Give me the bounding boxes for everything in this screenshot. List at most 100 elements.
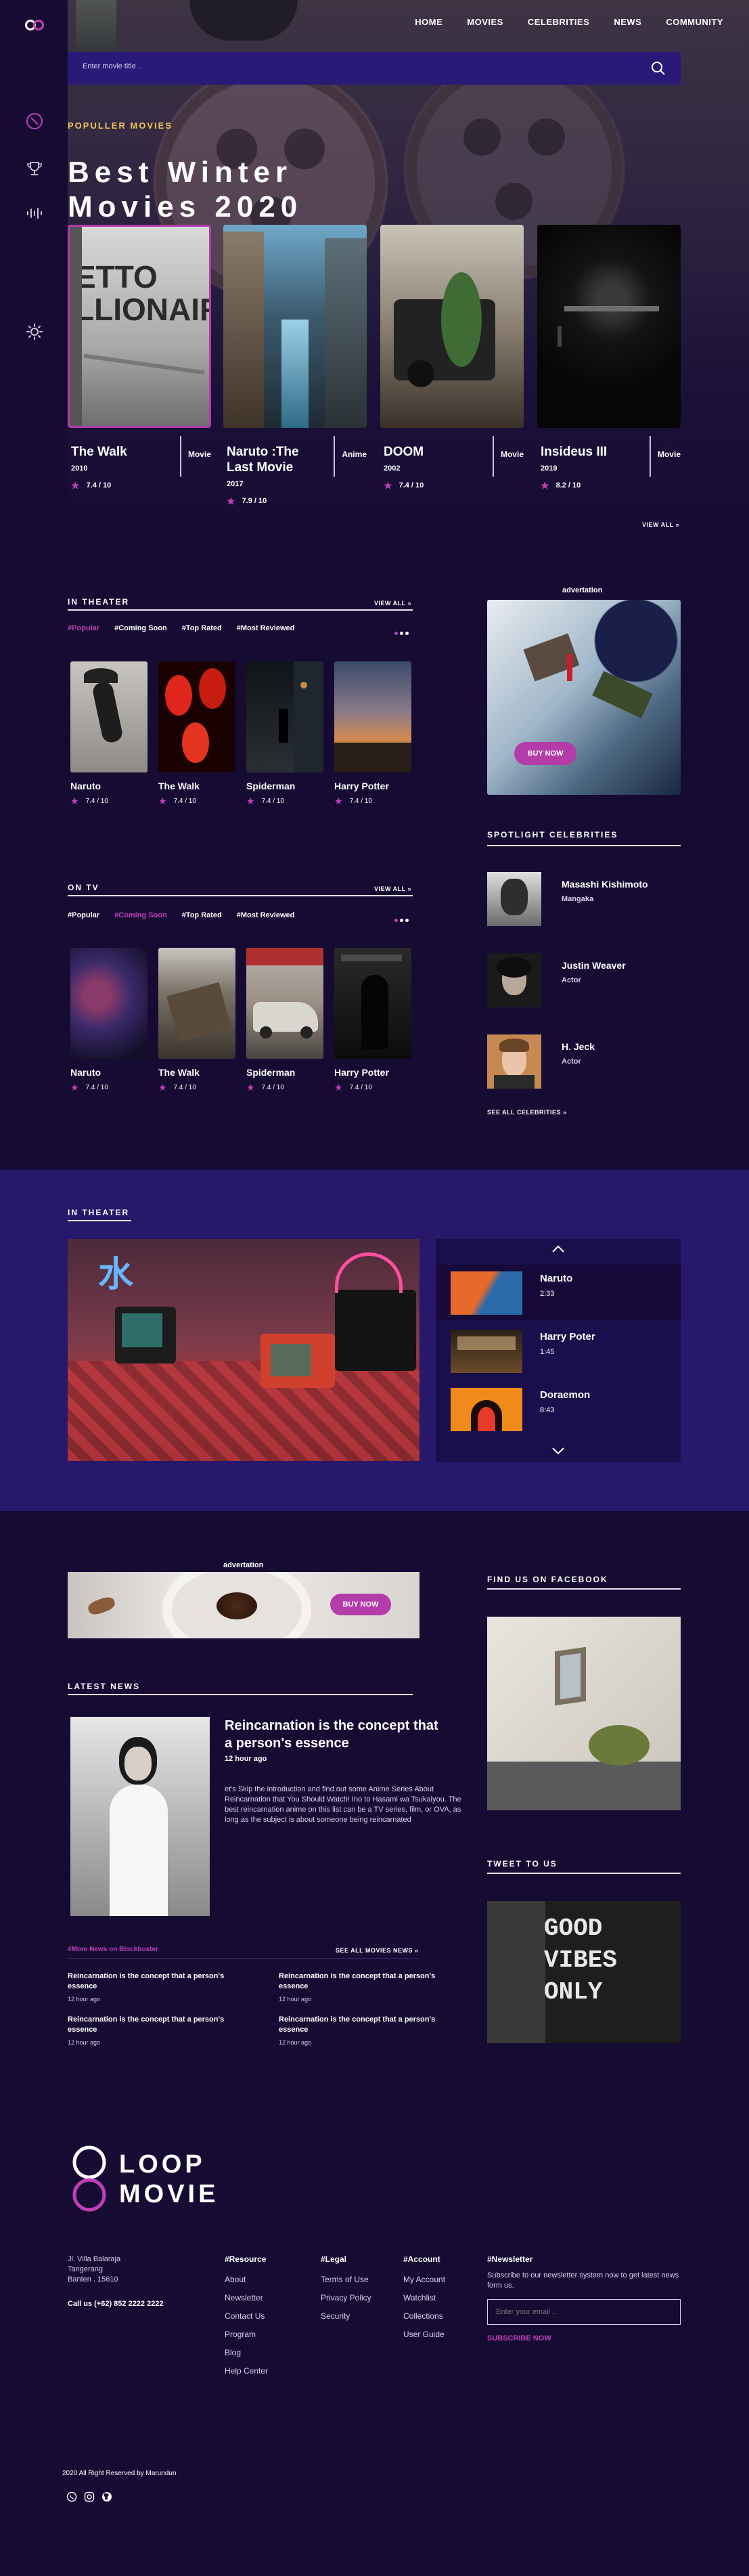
celebrity-name[interactable]: H. Jeck — [562, 1041, 595, 1052]
hero-view-all-link[interactable]: VIEW ALL » — [642, 521, 679, 528]
celebrity-item[interactable]: H. Jeck Actor — [487, 1034, 595, 1089]
movie-title[interactable]: Spiderman — [246, 781, 323, 791]
movie-title[interactable]: Naruto — [70, 1067, 147, 1078]
chevron-up-icon[interactable] — [551, 1244, 565, 1254]
news-item-title[interactable]: Reincarnation is the concept that a pers… — [279, 2015, 455, 2035]
footer-link[interactable]: Security — [321, 2311, 371, 2321]
celebrity-item[interactable]: Masashi Kishimoto Mangaka — [487, 872, 648, 926]
news-headline[interactable]: Reincarnation is the concept that a pers… — [225, 1717, 448, 1752]
hero-movie-card[interactable]: ETTO LLIONAIR The Walk 2010 ★ 7.4 / 10 Mov… — [68, 225, 211, 491]
footer-brand[interactable]: LOOP MOVIE — [68, 2145, 271, 2212]
movie-title[interactable]: Spiderman — [246, 1067, 323, 1078]
footer-link[interactable]: User Guide — [403, 2330, 445, 2339]
movie-card[interactable]: The Walk ★ 7.4 / 10 — [158, 661, 235, 807]
subscribe-button[interactable]: SUBSCRIBE NOW — [487, 2334, 683, 2342]
footer-link[interactable]: Terms of Use — [321, 2275, 371, 2284]
nav-home[interactable]: HOME — [415, 17, 442, 27]
movie-thumbnail[interactable] — [334, 948, 411, 1059]
in-theater-view-all[interactable]: VIEW ALL » — [374, 600, 411, 607]
footer-link[interactable]: Newsletter — [225, 2293, 268, 2302]
movie-title[interactable]: Harry Potter — [334, 781, 411, 791]
nav-news[interactable]: NEWS — [614, 17, 641, 27]
movie-thumbnail[interactable] — [246, 948, 323, 1059]
celebrity-name[interactable]: Masashi Kishimoto — [562, 879, 648, 890]
footer-link[interactable]: Collections — [403, 2311, 445, 2321]
news-image[interactable] — [70, 1717, 210, 1916]
footer-link[interactable]: Program — [225, 2330, 268, 2339]
celebrity-item[interactable]: Justin Weaver Actor — [487, 953, 626, 1007]
playlist-item[interactable]: Naruto 2:33 — [436, 1265, 681, 1320]
trophy-icon[interactable] — [26, 160, 43, 177]
ad-banner[interactable]: BUY NOW — [487, 600, 681, 795]
movie-title[interactable]: Insideus III — [541, 445, 642, 460]
movie-poster[interactable]: ETTO LLIONAIR — [68, 225, 211, 428]
tab-most-reviewed[interactable]: #Most Reviewed — [237, 624, 295, 632]
whatsapp-icon[interactable] — [66, 2491, 77, 2502]
see-all-news-link[interactable]: SEE ALL MOVIES NEWS » — [336, 1947, 419, 1954]
news-list-item[interactable]: Reincarnation is the concept that a pers… — [68, 2015, 244, 2046]
movie-thumbnail[interactable] — [158, 661, 235, 772]
playlist-title[interactable]: Harry Poter — [540, 1331, 595, 1342]
movie-title[interactable]: The Walk — [71, 445, 173, 460]
news-item-title[interactable]: Reincarnation is the concept that a pers… — [279, 1971, 455, 1992]
tab-coming-soon[interactable]: #Coming Soon — [114, 624, 167, 632]
movie-thumbnail[interactable] — [158, 948, 235, 1059]
movie-title[interactable]: Harry Potter — [334, 1067, 411, 1078]
movie-poster[interactable] — [380, 225, 524, 428]
search-input[interactable] — [83, 62, 624, 70]
video-player[interactable]: 水 — [68, 1239, 419, 1461]
celebrity-photo[interactable] — [487, 872, 541, 926]
playlist-thumbnail[interactable] — [451, 1388, 522, 1431]
movie-thumbnail[interactable] — [334, 661, 411, 772]
movie-poster[interactable] — [537, 225, 681, 428]
chevron-down-icon[interactable] — [551, 1446, 565, 1456]
movie-card[interactable]: Spiderman ★ 7.4 / 10 — [246, 661, 323, 807]
movie-thumbnail[interactable] — [70, 661, 147, 772]
github-icon[interactable] — [101, 2491, 112, 2502]
movie-card[interactable]: Harry Potter ★ 7.4 / 10 — [334, 661, 411, 807]
playlist-item[interactable]: Harry Poter 1:45 — [436, 1323, 681, 1378]
nav-celebrities[interactable]: CELEBRITIES — [528, 17, 589, 27]
nav-community[interactable]: COMMUNITY — [666, 17, 723, 27]
tab-top-rated[interactable]: #Top Rated — [182, 911, 222, 919]
compass-icon[interactable] — [26, 112, 43, 130]
logo-icon[interactable] — [24, 19, 45, 31]
celebrity-name[interactable]: Justin Weaver — [562, 960, 626, 971]
newsletter-email-input[interactable] — [487, 2298, 681, 2325]
playlist-thumbnail[interactable] — [451, 1271, 522, 1315]
brightness-icon[interactable] — [26, 323, 43, 341]
footer-link[interactable]: My Account — [403, 2275, 445, 2284]
news-item-title[interactable]: Reincarnation is the concept that a pers… — [68, 2015, 244, 2035]
playlist-title[interactable]: Naruto — [540, 1273, 572, 1284]
celebrity-photo[interactable] — [487, 1034, 541, 1089]
carousel-dots[interactable] — [392, 913, 409, 925]
tab-popular[interactable]: #Popular — [68, 624, 99, 632]
movie-card[interactable]: The Walk ★ 7.4 / 10 — [158, 948, 235, 1093]
footer-link[interactable]: Contact Us — [225, 2311, 268, 2321]
hero-movie-card[interactable]: Naruto :The Last Movie 2017 ★ 7.9 / 10 An… — [223, 225, 367, 506]
movie-card[interactable]: Harry Potter ★ 7.4 / 10 — [334, 948, 411, 1093]
movie-title[interactable]: The Walk — [158, 1067, 235, 1078]
movie-card[interactable]: Naruto ★ 7.4 / 10 — [70, 661, 147, 807]
news-list-item[interactable]: Reincarnation is the concept that a pers… — [279, 1971, 455, 2003]
on-tv-view-all[interactable]: VIEW ALL » — [374, 886, 411, 892]
facebook-widget[interactable] — [487, 1617, 681, 1810]
news-list-item[interactable]: Reincarnation is the concept that a pers… — [279, 2015, 455, 2046]
tab-most-reviewed[interactable]: #Most Reviewed — [237, 911, 295, 919]
twitter-widget[interactable]: GOOD VIBES ONLY — [487, 1901, 681, 2043]
movie-card[interactable]: Spiderman ★ 7.4 / 10 — [246, 948, 323, 1093]
news-list-item[interactable]: Reincarnation is the concept that a pers… — [68, 1971, 244, 2003]
playlist-item[interactable]: Doraemon 8:43 — [436, 1381, 681, 1437]
footer-link[interactable]: Privacy Policy — [321, 2293, 371, 2302]
search-icon[interactable] — [651, 61, 666, 76]
news-item-title[interactable]: Reincarnation is the concept that a pers… — [68, 1971, 244, 1992]
tab-top-rated[interactable]: #Top Rated — [182, 624, 222, 632]
tab-coming-soon[interactable]: #Coming Soon — [114, 911, 167, 919]
footer-link[interactable]: Blog — [225, 2348, 268, 2357]
movie-title[interactable]: The Walk — [158, 781, 235, 791]
buy-now-button[interactable]: BUY NOW — [330, 1594, 391, 1615]
movie-poster[interactable] — [223, 225, 367, 428]
buy-now-button[interactable]: BUY NOW — [514, 742, 576, 765]
nav-movies[interactable]: MOVIES — [467, 17, 503, 27]
playlist-thumbnail[interactable] — [451, 1330, 522, 1373]
